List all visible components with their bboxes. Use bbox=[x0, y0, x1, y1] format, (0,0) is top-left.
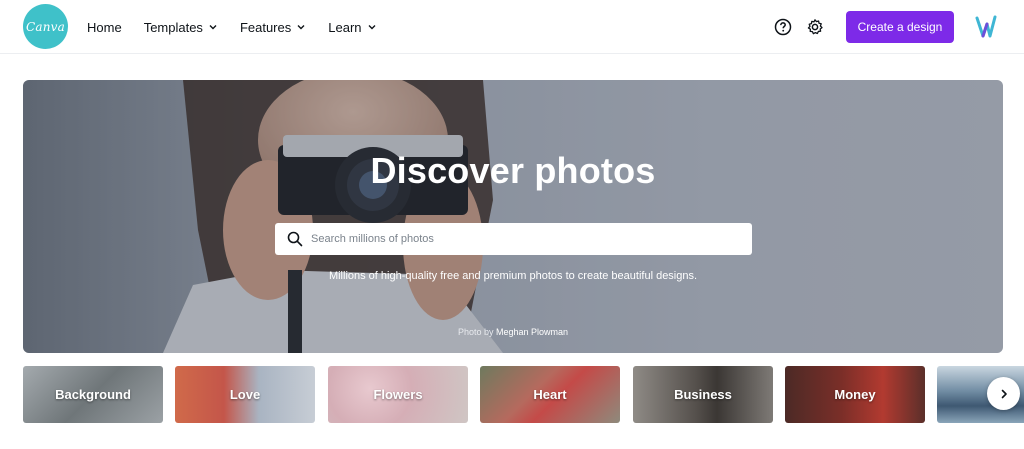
help-circle-icon[interactable] bbox=[774, 18, 792, 36]
gear-icon[interactable] bbox=[806, 18, 824, 36]
category-card-heart[interactable]: Heart bbox=[480, 366, 620, 423]
photo-search-bar[interactable] bbox=[275, 223, 752, 255]
nav-templates[interactable]: Templates bbox=[144, 20, 218, 35]
category-label: Money bbox=[834, 387, 876, 402]
user-avatar[interactable] bbox=[973, 14, 999, 40]
search-icon bbox=[287, 231, 303, 247]
create-design-button[interactable]: Create a design bbox=[846, 11, 954, 43]
logo-text: Canva bbox=[26, 19, 65, 34]
nav-features[interactable]: Features bbox=[240, 20, 306, 35]
header-tools: Create a design bbox=[774, 0, 1024, 54]
category-label: Flowers bbox=[373, 387, 423, 402]
nav-home[interactable]: Home bbox=[87, 20, 122, 35]
nav-home-label: Home bbox=[87, 19, 122, 35]
carousel-next-button[interactable] bbox=[987, 377, 1020, 410]
photo-credit-author[interactable]: Meghan Plowman bbox=[496, 327, 568, 337]
category-label: Heart bbox=[533, 387, 567, 402]
chevron-down-icon bbox=[297, 25, 305, 30]
search-input[interactable] bbox=[311, 233, 731, 245]
category-card-flowers[interactable]: Flowers bbox=[328, 366, 468, 423]
category-card-business[interactable]: Business bbox=[633, 366, 773, 423]
category-label: Background bbox=[55, 387, 131, 402]
hero-subtitle: Millions of high-quality free and premiu… bbox=[328, 270, 698, 282]
category-label: Business bbox=[674, 387, 732, 402]
category-label: Love bbox=[229, 387, 261, 402]
photo-credit-prefix: Photo by bbox=[457, 327, 494, 337]
hero-title: Discover photos bbox=[370, 150, 656, 191]
canva-logo[interactable]: Canva bbox=[23, 4, 68, 49]
chevron-right-icon bbox=[1001, 389, 1007, 398]
nav-learn[interactable]: Learn bbox=[328, 20, 376, 35]
category-card-love[interactable]: Love bbox=[175, 366, 315, 423]
main-nav: Home Templates Features Learn bbox=[87, 0, 399, 54]
hero-banner: Discover photos Millions of high-quality… bbox=[23, 80, 1003, 353]
category-card-background[interactable]: Background bbox=[23, 366, 163, 423]
nav-features-label: Features bbox=[239, 19, 292, 35]
hero-overlay bbox=[23, 80, 1003, 353]
chevron-down-icon bbox=[368, 25, 375, 30]
nav-learn-label: Learn bbox=[328, 19, 362, 35]
category-carousel: Background Love Flowers Heart Business M… bbox=[23, 366, 1024, 423]
top-navigation-bar: Canva Home Templates Features Learn Crea… bbox=[0, 0, 1024, 54]
photo-credit: Photo by Meghan Plowman bbox=[23, 327, 1003, 337]
nav-templates-label: Templates bbox=[143, 19, 203, 35]
category-card-money[interactable]: Money bbox=[785, 366, 925, 423]
chevron-down-icon bbox=[209, 25, 217, 30]
